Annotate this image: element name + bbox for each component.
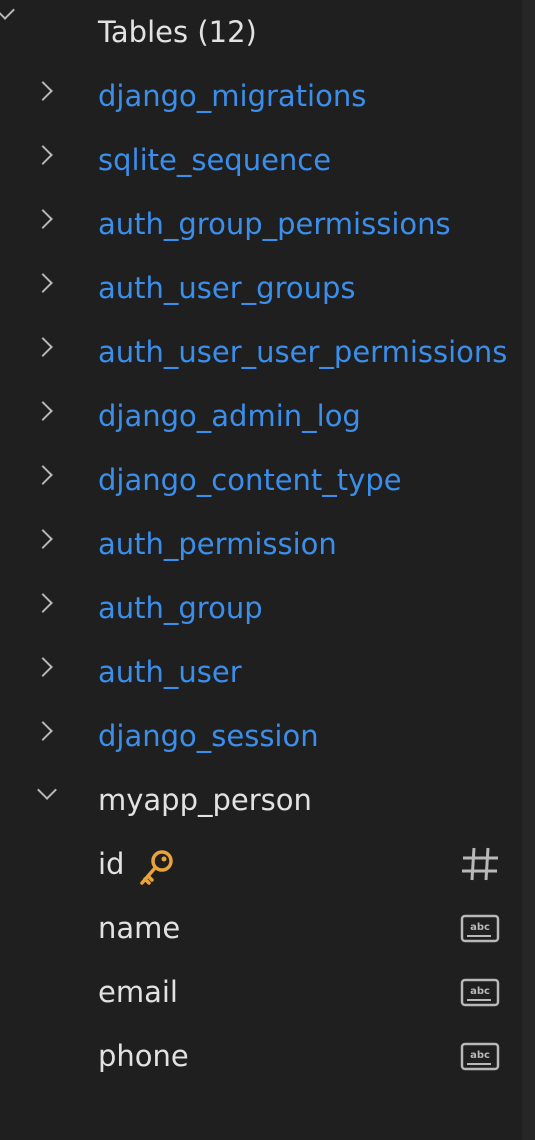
table-row-auth-user-groups[interactable]: auth_user_groups: [0, 256, 522, 320]
svg-text:abc: abc: [470, 1050, 490, 1061]
table-name[interactable]: django_content_type: [98, 448, 402, 512]
vertical-scrollbar[interactable]: [522, 0, 535, 1140]
column-name: id: [98, 847, 125, 881]
table-row-auth-user-user-permissions[interactable]: auth_user_user_permissions: [0, 320, 522, 384]
svg-text:abc: abc: [470, 986, 490, 997]
chevron-right-icon[interactable]: [33, 401, 53, 421]
table-name[interactable]: auth_user_groups: [98, 256, 356, 320]
chevron-right-icon[interactable]: [33, 657, 53, 677]
table-name[interactable]: sqlite_sequence: [98, 128, 331, 192]
column-name: email: [98, 975, 178, 1009]
table-name[interactable]: auth_group: [98, 576, 263, 640]
table-row-myapp-person[interactable]: myapp_person: [0, 768, 522, 832]
table-row-django-migrations[interactable]: django_migrations: [0, 64, 522, 128]
text-abc-icon: abc: [460, 914, 500, 943]
table-name[interactable]: auth_permission: [98, 512, 337, 576]
column-row-email[interactable]: email abc: [0, 960, 522, 1024]
tables-group-label: Tables (12): [98, 15, 257, 49]
table-row-auth-user[interactable]: auth_user: [0, 640, 522, 704]
column-name: phone: [98, 1039, 189, 1073]
svg-text:abc: abc: [470, 922, 490, 933]
table-name[interactable]: auth_user: [98, 640, 242, 704]
chevron-right-icon[interactable]: [33, 593, 53, 613]
chevron-right-icon[interactable]: [33, 81, 53, 101]
chevron-right-icon[interactable]: [33, 273, 53, 293]
table-row-auth-group[interactable]: auth_group: [0, 576, 522, 640]
table-name[interactable]: django_migrations: [98, 64, 366, 128]
column-name: name: [98, 911, 181, 945]
chevron-right-icon[interactable]: [33, 465, 53, 485]
table-row-auth-permission[interactable]: auth_permission: [0, 512, 522, 576]
column-row-phone[interactable]: phone abc: [0, 1024, 522, 1088]
chevron-right-icon[interactable]: [33, 337, 53, 357]
table-name[interactable]: myapp_person: [98, 768, 312, 832]
hash-icon: [462, 847, 498, 881]
table-name[interactable]: django_admin_log: [98, 384, 361, 448]
table-name[interactable]: auth_group_permissions: [98, 192, 451, 256]
table-name[interactable]: django_session: [98, 704, 319, 768]
column-row-name[interactable]: name abc: [0, 896, 522, 960]
text-abc-icon: abc: [460, 1042, 500, 1071]
table-name[interactable]: auth_user_user_permissions: [98, 320, 507, 384]
table-row-django-session[interactable]: django_session: [0, 704, 522, 768]
table-row-auth-group-permissions[interactable]: auth_group_permissions: [0, 192, 522, 256]
database-explorer-tree: Tables (12) django_migrations sqlite_seq…: [0, 0, 535, 1140]
column-row-id[interactable]: id: [0, 832, 522, 896]
chevron-right-icon[interactable]: [33, 529, 53, 549]
table-row-django-admin-log[interactable]: django_admin_log: [0, 384, 522, 448]
chevron-down-icon[interactable]: [37, 780, 57, 800]
text-abc-icon: abc: [460, 978, 500, 1007]
table-row-django-content-type[interactable]: django_content_type: [0, 448, 522, 512]
table-row-sqlite-sequence[interactable]: sqlite_sequence: [0, 128, 522, 192]
chevron-right-icon[interactable]: [33, 209, 53, 229]
chevron-down-icon[interactable]: [0, 0, 15, 20]
chevron-right-icon[interactable]: [33, 145, 53, 165]
chevron-right-icon[interactable]: [33, 721, 53, 741]
primary-key-icon: [140, 850, 173, 885]
tables-group-row[interactable]: Tables (12): [0, 0, 522, 64]
